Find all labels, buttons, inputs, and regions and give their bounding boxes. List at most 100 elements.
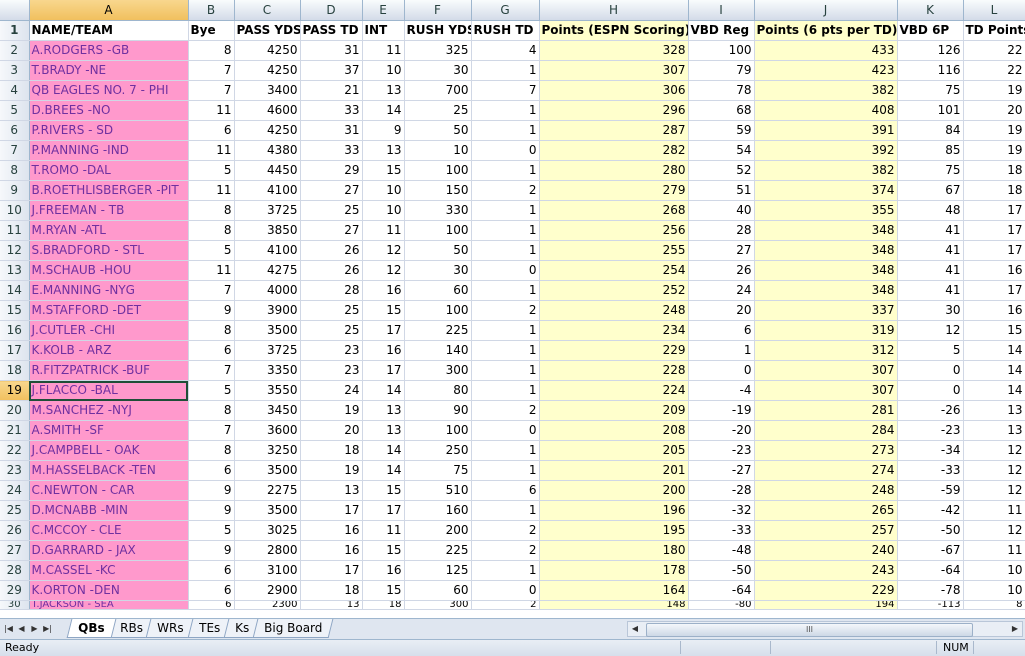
row-header[interactable]: 2 [0, 40, 30, 61]
stat-cell[interactable]: 268 [539, 200, 689, 221]
row-header[interactable]: 27 [0, 540, 30, 561]
stat-cell[interactable]: 11 [188, 180, 235, 201]
stat-cell[interactable]: 224 [539, 380, 689, 401]
column-title-cell[interactable]: NAME/TEAM [29, 20, 189, 41]
player-name-cell[interactable]: A.RODGERS -GB [29, 40, 189, 61]
row-header[interactable]: 19 [0, 380, 30, 401]
stat-cell[interactable]: 3500 [234, 320, 301, 341]
stat-cell[interactable]: -78 [897, 580, 964, 601]
stat-cell[interactable]: 17 [362, 320, 405, 341]
stat-cell[interactable]: 4275 [234, 260, 301, 281]
stat-cell[interactable]: 15 [362, 540, 405, 561]
column-title-cell[interactable]: PASS TD [300, 20, 363, 41]
stat-cell[interactable]: 13 [300, 600, 363, 610]
player-name-cell[interactable]: T.JACKSON - SEA [29, 600, 189, 610]
stat-cell[interactable]: 257 [754, 520, 898, 541]
stat-cell[interactable]: 20 [300, 420, 363, 441]
stat-cell[interactable]: 229 [754, 580, 898, 601]
stat-cell[interactable]: 5 [188, 520, 235, 541]
stat-cell[interactable]: 225 [404, 320, 472, 341]
stat-cell[interactable]: 75 [897, 80, 964, 101]
stat-cell[interactable]: 9 [188, 300, 235, 321]
stat-cell[interactable]: 37 [300, 60, 363, 81]
stat-cell[interactable]: 33 [300, 100, 363, 121]
player-name-cell[interactable]: T.ROMO -DAL [29, 160, 189, 181]
player-name-cell[interactable]: P.RIVERS - SD [29, 120, 189, 141]
stat-cell[interactable]: 3400 [234, 80, 301, 101]
next-sheet-icon[interactable]: ▶ [28, 621, 41, 637]
stat-cell[interactable]: 4000 [234, 280, 301, 301]
stat-cell[interactable]: 164 [539, 580, 689, 601]
stat-cell[interactable]: 19 [963, 120, 1025, 141]
stat-cell[interactable]: 90 [404, 400, 472, 421]
stat-cell[interactable]: 11 [963, 500, 1025, 521]
stat-cell[interactable]: 1 [471, 100, 540, 121]
column-title-cell[interactable]: RUSH TD [471, 20, 540, 41]
stat-cell[interactable]: 7 [188, 360, 235, 381]
stat-cell[interactable]: 348 [754, 260, 898, 281]
column-header-d[interactable]: D [300, 0, 363, 21]
stat-cell[interactable]: 16 [362, 560, 405, 581]
stat-cell[interactable]: 9 [362, 120, 405, 141]
stat-cell[interactable]: 41 [897, 280, 964, 301]
stat-cell[interactable]: 205 [539, 440, 689, 461]
stat-cell[interactable]: 8 [963, 600, 1025, 610]
stat-cell[interactable]: -67 [897, 540, 964, 561]
stat-cell[interactable]: 200 [539, 480, 689, 501]
stat-cell[interactable]: 51 [688, 180, 755, 201]
stat-cell[interactable]: -33 [688, 520, 755, 541]
player-name-cell[interactable]: QB EAGLES NO. 7 - PHI [29, 80, 189, 101]
stat-cell[interactable]: 26 [300, 240, 363, 261]
stat-cell[interactable]: 6 [188, 560, 235, 581]
stat-cell[interactable]: 510 [404, 480, 472, 501]
stat-cell[interactable]: 20 [963, 100, 1025, 121]
stat-cell[interactable]: 248 [539, 300, 689, 321]
stat-cell[interactable]: 25 [404, 100, 472, 121]
player-name-cell[interactable]: D.GARRARD - JAX [29, 540, 189, 561]
horizontal-scrollbar[interactable]: ◀ III ▶ [627, 621, 1023, 637]
stat-cell[interactable]: 75 [897, 160, 964, 181]
row-header[interactable]: 30 [0, 600, 30, 610]
stat-cell[interactable]: 254 [539, 260, 689, 281]
stat-cell[interactable]: 11 [362, 40, 405, 61]
stat-cell[interactable]: 348 [754, 220, 898, 241]
stat-cell[interactable]: 80 [404, 380, 472, 401]
stat-cell[interactable]: 240 [754, 540, 898, 561]
row-header[interactable]: 23 [0, 460, 30, 481]
column-header-l[interactable]: L [963, 0, 1025, 21]
column-header-h[interactable]: H [539, 0, 689, 21]
sheet-tab-big-board[interactable]: Big Board [252, 619, 334, 638]
column-header-f[interactable]: F [404, 0, 472, 21]
stat-cell[interactable]: 54 [688, 140, 755, 161]
stat-cell[interactable]: 17 [963, 280, 1025, 301]
row-header[interactable]: 3 [0, 60, 30, 81]
row-header[interactable]: 10 [0, 200, 30, 221]
player-name-cell[interactable]: E.MANNING -NYG [29, 280, 189, 301]
column-title-cell[interactable]: Points (ESPN Scoring) [539, 20, 689, 41]
stat-cell[interactable]: 33 [300, 140, 363, 161]
stat-cell[interactable]: 19 [300, 460, 363, 481]
row-header[interactable]: 12 [0, 240, 30, 261]
stat-cell[interactable]: 252 [539, 280, 689, 301]
stat-cell[interactable]: 17 [300, 500, 363, 521]
stat-cell[interactable]: 79 [688, 60, 755, 81]
stat-cell[interactable]: 50 [404, 240, 472, 261]
stat-cell[interactable]: 3850 [234, 220, 301, 241]
stat-cell[interactable]: 125 [404, 560, 472, 581]
stat-cell[interactable]: 8 [188, 400, 235, 421]
stat-cell[interactable]: 2300 [234, 600, 301, 610]
stat-cell[interactable]: 178 [539, 560, 689, 581]
stat-cell[interactable]: 4450 [234, 160, 301, 181]
column-title-cell[interactable]: RUSH YDS [404, 20, 472, 41]
stat-cell[interactable]: 280 [539, 160, 689, 181]
stat-cell[interactable]: 17 [963, 200, 1025, 221]
stat-cell[interactable]: 2 [471, 300, 540, 321]
player-name-cell[interactable]: K.KOLB - ARZ [29, 340, 189, 361]
stat-cell[interactable]: 200 [404, 520, 472, 541]
stat-cell[interactable]: 41 [897, 240, 964, 261]
row-header[interactable]: 20 [0, 400, 30, 421]
stat-cell[interactable]: 100 [688, 40, 755, 61]
stat-cell[interactable]: 30 [404, 60, 472, 81]
stat-cell[interactable]: 374 [754, 180, 898, 201]
stat-cell[interactable]: 21 [300, 80, 363, 101]
